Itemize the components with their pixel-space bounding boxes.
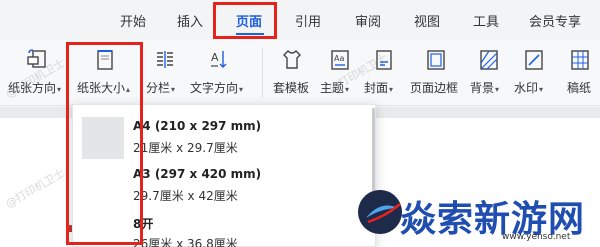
- watermark-button[interactable]: 水印▾: [514, 40, 554, 104]
- ribbon-tab-bar: 开始 插入 页面 引用 审阅 视图 工具 会员专享: [0, 0, 600, 40]
- columns-label: 分栏: [146, 81, 171, 95]
- draft-paper-label: 稿纸: [567, 81, 592, 95]
- svg-text:Aa: Aa: [334, 54, 344, 63]
- page-tab-highlight-box: [213, 2, 277, 39]
- page-border-label: 页面边框: [410, 81, 459, 95]
- template-label: 套模板: [273, 81, 310, 95]
- tab-tools[interactable]: 工具: [473, 11, 499, 30]
- draft-paper-icon: [571, 50, 589, 70]
- watermark-label: 水印: [514, 81, 539, 95]
- paper-size-option-name: A3 (297 x 420 mm): [133, 167, 262, 181]
- site-logo: 焱索新游网 www.yenso.net: [352, 182, 600, 247]
- background-icon: [480, 50, 498, 70]
- watermark-icon: [525, 50, 543, 70]
- text-direction-button[interactable]: A 文字方向▾: [188, 40, 254, 104]
- tab-insert[interactable]: 插入: [177, 11, 203, 30]
- chevron-down-icon: ▾: [539, 85, 544, 94]
- chevron-down-icon: ▾: [389, 85, 394, 94]
- page-border-icon: [427, 50, 445, 70]
- text-direction-label: 文字方向: [190, 81, 239, 95]
- background-label: 背景: [470, 81, 495, 95]
- tab-member[interactable]: 会员专享: [529, 11, 581, 30]
- draft-paper-button[interactable]: 稿纸: [562, 40, 598, 104]
- tab-review[interactable]: 审阅: [355, 11, 381, 30]
- chevron-down-icon: ▾: [171, 85, 176, 94]
- svg-text:A: A: [211, 51, 219, 64]
- chevron-down-icon: ▾: [57, 85, 62, 94]
- columns-icon: [157, 51, 173, 68]
- columns-button[interactable]: 分栏▾: [146, 40, 186, 104]
- shirt-icon: [283, 50, 301, 69]
- template-button[interactable]: 套模板: [270, 40, 314, 104]
- paper-size-option-name: A4 (210 x 297 mm): [133, 119, 262, 133]
- chevron-down-icon: ▾: [495, 85, 500, 94]
- paper-size-highlight-box: [66, 42, 143, 245]
- page-border-button[interactable]: 页面边框: [408, 40, 464, 104]
- ribbon-divider: [262, 48, 263, 98]
- logo-url: www.yenso.net: [502, 232, 571, 242]
- chevron-down-icon: ▾: [239, 85, 244, 94]
- cover-label: 封面: [364, 81, 389, 95]
- paper-size-option-dimensions: 26厘米 x 36.8厘米: [133, 237, 238, 247]
- tab-view[interactable]: 视图: [414, 11, 440, 30]
- background-button[interactable]: 背景▾: [468, 40, 510, 104]
- text-direction-icon: A: [211, 51, 227, 68]
- tab-start[interactable]: 开始: [120, 11, 146, 30]
- tab-references[interactable]: 引用: [295, 11, 321, 30]
